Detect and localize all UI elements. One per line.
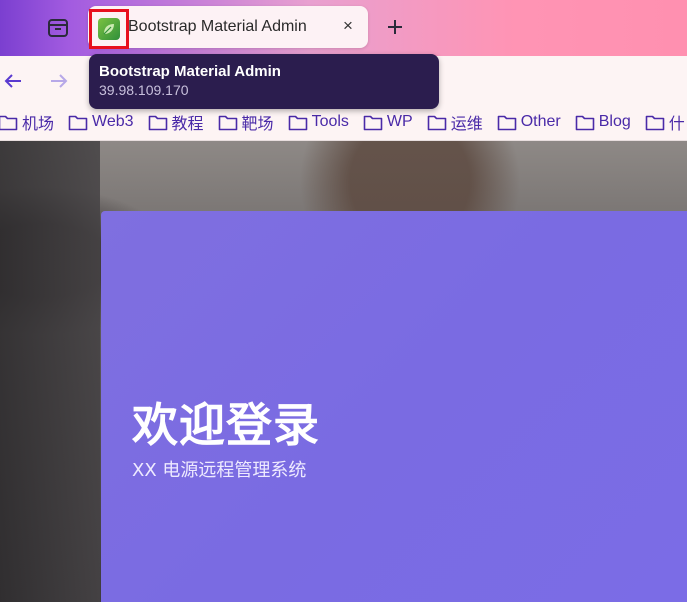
bookmark-label: Web3 <box>92 113 134 130</box>
tab-manager-icon <box>48 19 68 37</box>
bookmark-folder[interactable]: WP <box>363 113 413 131</box>
folder-icon <box>427 115 447 130</box>
tab-title: Bootstrap Material Admin <box>128 18 307 35</box>
bookmark-folder[interactable]: Web3 <box>68 113 134 131</box>
bookmark-label: 运维 <box>450 116 483 133</box>
tooltip-title: Bootstrap Material Admin <box>99 63 281 80</box>
bookmarks-bar: 机场 Web3 教程 靶场 Tools WP 运维 Other Blog 什 <box>0 104 687 141</box>
bookmark-label: 什 <box>668 116 685 133</box>
new-tab-button[interactable] <box>383 15 407 39</box>
leaf-icon <box>98 18 120 40</box>
folder-icon <box>218 115 237 130</box>
bookmark-label: 机场 <box>22 116 55 133</box>
tab-strip: Bootstrap Material Admin × <box>0 0 687 56</box>
tab-hover-tooltip: Bootstrap Material Admin 39.98.109.170 <box>89 54 439 109</box>
back-button[interactable] <box>0 68 26 94</box>
folder-icon <box>148 115 167 130</box>
favicon-highlight <box>89 9 129 49</box>
bookmark-label: Tools <box>311 113 349 130</box>
forward-button[interactable] <box>46 68 72 94</box>
tab-close-button[interactable]: × <box>338 16 358 36</box>
folder-icon <box>68 115 88 130</box>
bookmark-label: Blog <box>598 113 631 130</box>
active-tab[interactable]: Bootstrap Material Admin × <box>88 6 368 49</box>
bookmark-folder[interactable]: 运维 <box>427 110 483 134</box>
bookmark-folder[interactable]: Other <box>497 113 561 131</box>
tab-manager-button[interactable] <box>44 14 72 42</box>
folder-icon <box>363 115 383 130</box>
bookmark-folder[interactable]: 机场 <box>0 110 54 134</box>
login-panel: 欢迎登录 XX 电源远程管理系统 <box>101 211 687 602</box>
folder-icon <box>575 115 595 130</box>
background-blur <box>0 141 100 602</box>
tooltip-url: 39.98.109.170 <box>99 82 189 98</box>
folder-icon <box>288 115 307 130</box>
system-subtitle: XX 电源远程管理系统 <box>132 460 307 481</box>
bookmark-folder[interactable]: Tools <box>288 113 349 131</box>
bookmark-folder[interactable]: 靶场 <box>218 110 274 134</box>
bookmark-label: Other <box>520 113 561 130</box>
arrow-left-icon <box>4 74 21 88</box>
folder-icon <box>0 115 18 130</box>
folder-icon <box>497 115 517 130</box>
bookmark-label: WP <box>386 113 413 130</box>
bookmark-folder[interactable]: 什 <box>645 110 685 134</box>
plus-icon <box>388 20 402 34</box>
welcome-heading: 欢迎登录 <box>132 398 320 452</box>
folder-icon <box>645 115 665 130</box>
bookmark-label: 靶场 <box>241 116 274 133</box>
page-viewport: 欢迎登录 XX 电源远程管理系统 <box>0 141 687 602</box>
bookmark-folder[interactable]: Blog <box>575 113 631 131</box>
arrow-right-icon <box>51 74 68 88</box>
bookmark-folder[interactable]: 教程 <box>148 110 204 134</box>
bookmark-label: 教程 <box>171 116 204 133</box>
